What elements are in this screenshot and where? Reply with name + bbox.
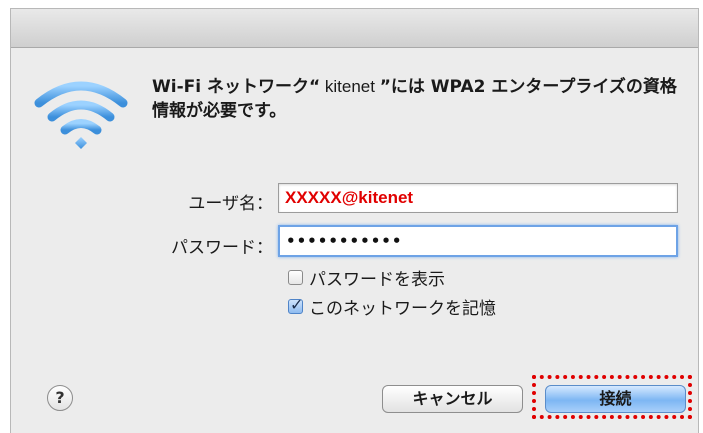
wifi-icon xyxy=(34,81,128,149)
remember-network-label: このネットワークを記憶 xyxy=(309,298,496,319)
username-value: XXXXX@kitenet xyxy=(285,188,414,207)
username-field[interactable]: XXXXX@kitenet xyxy=(278,183,678,213)
checkmark-icon: ✓ xyxy=(290,294,304,314)
show-password-row[interactable]: パスワードを表示 xyxy=(288,265,445,290)
show-password-label: パスワードを表示 xyxy=(309,269,445,290)
remember-network-checkbox[interactable]: ✓ xyxy=(288,295,303,314)
network-ssid: kitenet xyxy=(320,77,380,96)
dialog-titlebar[interactable] xyxy=(11,9,698,48)
password-label: パスワード： xyxy=(171,238,273,258)
remember-network-row[interactable]: ✓ このネットワークを記憶 xyxy=(288,294,496,319)
cancel-button[interactable]: キャンセル xyxy=(382,385,523,413)
username-label: ユーザ名： xyxy=(188,194,273,214)
connect-highlight-frame xyxy=(532,375,692,419)
show-password-checkbox[interactable] xyxy=(288,269,303,285)
message-prefix: Wi-Fi ネットワーク“ xyxy=(152,77,321,97)
help-button[interactable]: ? xyxy=(47,385,73,411)
password-field[interactable]: ••••••••••• xyxy=(278,225,678,257)
help-icon: ? xyxy=(55,388,65,407)
dialog-message: Wi-Fi ネットワーク“ kitenet ”には WPA2 エンタープライズの… xyxy=(152,75,692,123)
wifi-auth-dialog: Wi-Fi ネットワーク“ kitenet ”には WPA2 エンタープライズの… xyxy=(10,8,699,433)
password-value: ••••••••••• xyxy=(286,232,403,250)
